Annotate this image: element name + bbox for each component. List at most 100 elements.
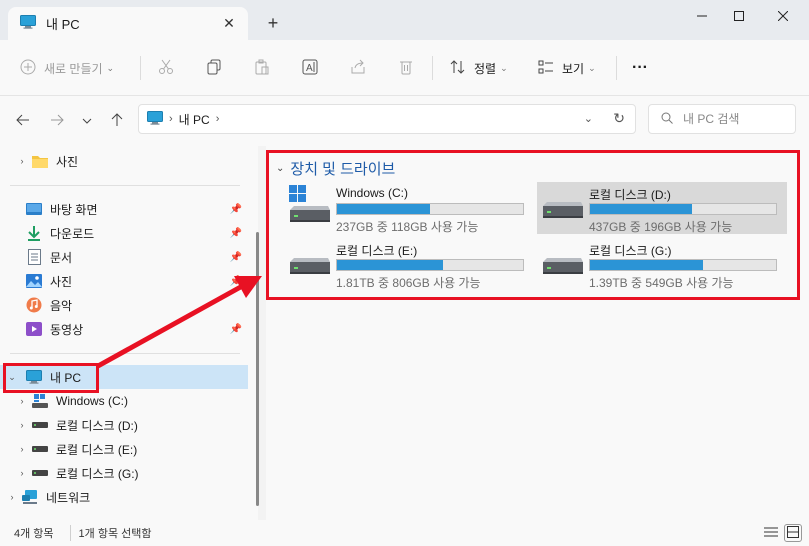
- up-button[interactable]: [106, 110, 128, 132]
- tiles-view-icon: [787, 525, 799, 541]
- arrow-up-icon: [110, 112, 124, 130]
- sidebar-item-label: Windows (C:): [56, 394, 129, 408]
- new-tab-button[interactable]: +: [262, 12, 284, 34]
- pin-icon[interactable]: 📌: [230, 204, 242, 215]
- view-button[interactable]: 보기 ⌄: [538, 54, 596, 82]
- paste-button[interactable]: [254, 54, 270, 82]
- sidebar-item-label: 동영상: [50, 322, 84, 337]
- refresh-icon[interactable]: ↻: [613, 110, 625, 127]
- plus-circle-icon: [20, 59, 36, 78]
- share-button[interactable]: [350, 54, 366, 82]
- close-window-button[interactable]: [765, 4, 801, 28]
- rename-button[interactable]: A: [302, 54, 320, 82]
- divider: [140, 56, 141, 80]
- drive-icon: [32, 465, 48, 481]
- download-icon: [26, 225, 42, 241]
- breadcrumb-my-pc[interactable]: 내 PC: [179, 111, 210, 128]
- view-icon: [538, 59, 554, 78]
- back-button[interactable]: [12, 110, 34, 132]
- sidebar-item-label: 사진: [56, 154, 79, 169]
- sidebar-item-downloads[interactable]: 다운로드 📌: [0, 221, 248, 245]
- status-bar: 4개 항목 1개 항목 선택함: [0, 520, 809, 546]
- monitor-icon: [147, 110, 163, 128]
- chevron-right-icon[interactable]: ›: [16, 396, 28, 406]
- sidebar-item-pictures[interactable]: 사진 📌: [0, 269, 248, 293]
- tab-close-icon[interactable]: ✕: [220, 14, 238, 32]
- chevron-down-icon: ⌄: [588, 62, 596, 73]
- divider: [10, 185, 240, 186]
- forward-button[interactable]: [46, 110, 68, 132]
- pin-icon[interactable]: 📌: [230, 252, 242, 263]
- tiles-view-button[interactable]: [784, 524, 802, 542]
- search-box[interactable]: [648, 104, 796, 134]
- sort-label: 정렬: [474, 61, 497, 76]
- pin-icon[interactable]: 📌: [230, 276, 242, 287]
- chevron-right-icon[interactable]: ›: [6, 492, 18, 502]
- view-label: 보기: [562, 61, 585, 76]
- chevron-right-icon[interactable]: ›: [16, 420, 28, 430]
- chevron-down-icon: ⌄: [106, 62, 115, 73]
- minimize-button[interactable]: [684, 4, 720, 28]
- chevron-right-icon[interactable]: ›: [16, 156, 28, 166]
- sidebar-item-drive-g[interactable]: › 로컬 디스크 (G:): [0, 461, 248, 485]
- search-icon: [661, 112, 673, 127]
- command-bar: 새로 만들기 ⌄ A 정렬 ⌄ 보기 ⌄ ···: [0, 40, 809, 96]
- divider: [432, 56, 433, 80]
- sidebar-item-label: 네트워크: [46, 490, 91, 505]
- breadcrumb-chevron-icon[interactable]: ›: [169, 113, 173, 125]
- annotation-highlight-box: [266, 150, 800, 300]
- title-bar: 내 PC ✕ +: [0, 0, 809, 40]
- item-count: 4개 항목: [14, 528, 54, 540]
- document-icon: [26, 249, 42, 265]
- pin-icon[interactable]: 📌: [230, 228, 242, 239]
- sidebar-scrollbar[interactable]: [256, 232, 259, 506]
- selection-count: 1개 항목 선택함: [69, 525, 152, 541]
- windows-drive-icon: [32, 393, 48, 409]
- delete-button[interactable]: [398, 54, 414, 82]
- address-bar[interactable]: › 내 PC › ⌄ ↻: [138, 104, 636, 134]
- cut-button[interactable]: [158, 54, 174, 82]
- address-history-chevron-icon[interactable]: ⌄: [584, 112, 593, 125]
- sidebar-item-drive-e[interactable]: › 로컬 디스크 (E:): [0, 437, 248, 461]
- divider: [616, 56, 617, 80]
- svg-text:A: A: [306, 63, 313, 74]
- sort-button[interactable]: 정렬 ⌄: [450, 54, 508, 82]
- sidebar-item-label: 다운로드: [50, 226, 95, 241]
- image-icon: [26, 273, 42, 289]
- sidebar-item-label: 사진: [50, 274, 73, 289]
- chevron-down-icon: ⌄: [500, 62, 508, 73]
- desktop-icon: [26, 201, 42, 217]
- sidebar-item-network[interactable]: › 네트워크: [0, 485, 248, 509]
- breadcrumb-chevron-icon[interactable]: ›: [216, 113, 220, 125]
- details-view-button[interactable]: [762, 524, 780, 542]
- chevron-right-icon[interactable]: ›: [16, 468, 28, 478]
- sidebar-item-label: 문서: [50, 250, 73, 265]
- maximize-button[interactable]: [721, 4, 757, 28]
- rename-icon: A: [302, 59, 320, 78]
- share-icon: [350, 59, 366, 78]
- music-icon: [26, 297, 42, 313]
- sidebar-item-videos[interactable]: 동영상 📌: [0, 317, 248, 341]
- more-options-button[interactable]: ···: [632, 54, 648, 82]
- chevron-right-icon[interactable]: ›: [16, 444, 28, 454]
- copy-button[interactable]: [206, 54, 222, 82]
- arrow-right-icon: [50, 113, 64, 130]
- recent-locations-button[interactable]: [76, 110, 98, 132]
- sidebar-item-music[interactable]: 음악: [0, 293, 248, 317]
- pin-icon[interactable]: 📌: [230, 324, 242, 335]
- search-input[interactable]: [683, 112, 783, 126]
- new-button[interactable]: 새로 만들기 ⌄: [20, 54, 114, 82]
- monitor-icon: [20, 15, 36, 32]
- sidebar-item-label: 음악: [50, 298, 73, 313]
- tab-title: 내 PC: [46, 17, 80, 32]
- drive-icon: [32, 417, 48, 433]
- folder-icon: [32, 153, 48, 169]
- sidebar-item-pictures-folder[interactable]: › 사진: [0, 149, 248, 173]
- sidebar-item-label: 로컬 디스크 (G:): [56, 466, 139, 481]
- sidebar-item-documents[interactable]: 문서 📌: [0, 245, 248, 269]
- navigation-bar: › 내 PC › ⌄ ↻: [0, 96, 809, 146]
- sidebar-item-drive-d[interactable]: › 로컬 디스크 (D:): [0, 413, 248, 437]
- sidebar-item-desktop[interactable]: 바탕 화면 📌: [0, 197, 248, 221]
- tab-my-pc[interactable]: 내 PC ✕: [8, 7, 248, 40]
- trash-icon: [398, 59, 414, 78]
